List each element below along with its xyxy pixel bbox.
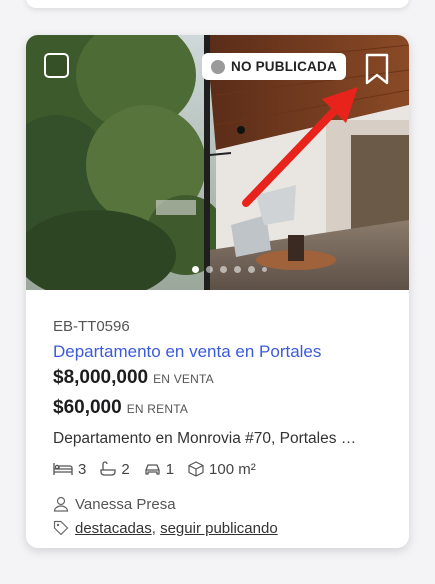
rent-price-row: $60,000 EN RENTA (53, 397, 388, 423)
listing-info: EB-TT0596 Departamento en venta en Porta… (53, 317, 388, 538)
bookmark-icon[interactable] (364, 53, 390, 85)
parking-count: 1 (165, 460, 175, 478)
carousel-dot[interactable] (206, 266, 213, 273)
rent-label: EN RENTA (126, 402, 189, 416)
features-row: 3 2 1 100 m² (53, 459, 388, 479)
previous-card (26, 0, 409, 8)
tag-link-seguir-publicando[interactable]: seguir publicando (160, 520, 278, 537)
user-icon (53, 496, 69, 512)
bedrooms-feature: 3 (53, 461, 86, 478)
carousel-dot[interactable] (192, 266, 199, 273)
listing-title-link[interactable]: Departamento en venta en Portales (53, 341, 388, 363)
area-feature: 100 m² (188, 461, 256, 478)
bath-icon (100, 461, 116, 476)
agent-row: Vanessa Presa (53, 494, 388, 514)
car-icon (145, 464, 160, 475)
area-value: 100 m² (209, 460, 256, 478)
bed-icon (53, 463, 73, 475)
agent-name: Vanessa Presa (75, 495, 176, 513)
sale-price: $8,000,000 (53, 367, 149, 388)
carousel-dot[interactable] (234, 266, 241, 273)
listing-code: EB-TT0596 (53, 318, 130, 335)
bedrooms-count: 3 (78, 460, 87, 478)
tag-separator: , (151, 519, 161, 537)
carousel-dots[interactable] (192, 266, 267, 273)
status-badge: NO PUBLICADA (202, 53, 346, 80)
status-dot-icon (211, 59, 225, 74)
select-checkbox[interactable] (44, 53, 69, 78)
sale-label: EN VENTA (153, 372, 214, 386)
rent-price: $60,000 (53, 397, 122, 418)
carousel-dot[interactable] (220, 266, 227, 273)
bathrooms-count: 2 (121, 460, 130, 478)
listing-description: Departamento en Monrovia #70, Portales … (53, 430, 357, 447)
carousel-dot[interactable] (262, 267, 267, 272)
area-cube-icon (188, 461, 204, 477)
tag-icon (53, 520, 69, 536)
tags-list: destacadas, seguir publicando (75, 520, 278, 537)
status-badge-label: NO PUBLICADA (231, 59, 337, 74)
property-photo[interactable]: NO PUBLICADA (26, 35, 409, 290)
tags-row: destacadas, seguir publicando (53, 518, 388, 538)
carousel-dot[interactable] (248, 266, 255, 273)
property-card[interactable]: NO PUBLICADA EB-TT0596 Departamento en v… (26, 35, 409, 548)
sale-price-row: $8,000,000 EN VENTA (53, 367, 388, 393)
bathrooms-feature: 2 (100, 460, 130, 478)
parking-feature: 1 (144, 461, 174, 478)
tag-link-destacadas[interactable]: destacadas (75, 520, 152, 537)
